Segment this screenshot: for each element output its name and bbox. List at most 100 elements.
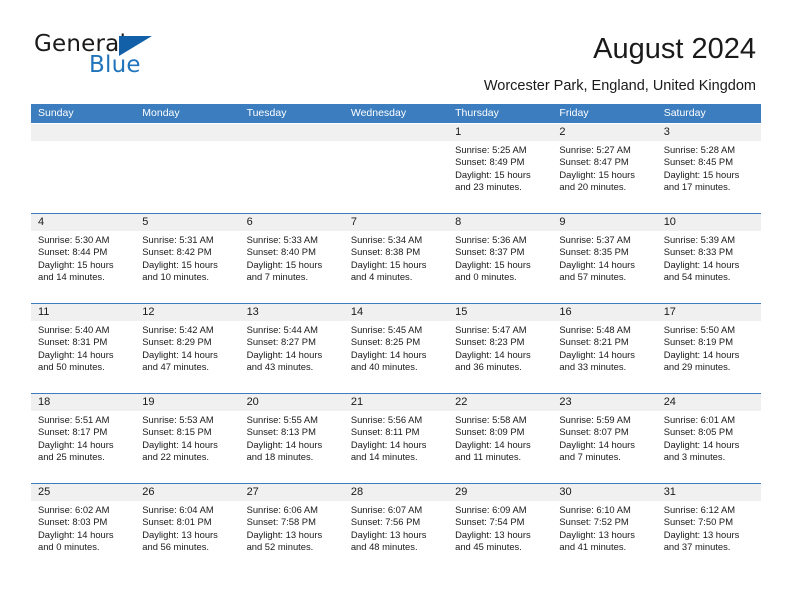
day-details <box>344 141 448 144</box>
calendar-day-cell[interactable]: 30 Sunrise: 6:10 AM Sunset: 7:52 PM Dayl… <box>552 484 657 573</box>
day-details: Sunrise: 5:45 AM Sunset: 8:25 PM Dayligh… <box>350 324 427 373</box>
calendar-day-cell[interactable]: 6 Sunrise: 5:33 AM Sunset: 8:40 PM Dayli… <box>239 214 344 303</box>
day-details: Sunrise: 5:44 AM Sunset: 8:27 PM Dayligh… <box>246 324 323 373</box>
page-title: August 2024 <box>593 33 756 65</box>
day-number: 27 <box>239 484 344 501</box>
day-details <box>31 141 135 144</box>
day-number: 4 <box>31 214 136 231</box>
day-details: Sunrise: 5:25 AM Sunset: 8:49 PM Dayligh… <box>455 144 531 193</box>
calendar-week-row: 18 Sunrise: 5:51 AM Sunset: 8:17 PM Dayl… <box>31 393 761 483</box>
calendar-day-cell[interactable]: 21 Sunrise: 5:56 AM Sunset: 8:11 PM Dayl… <box>343 394 449 483</box>
calendar-day-cell[interactable]: 19 Sunrise: 5:53 AM Sunset: 8:15 PM Dayl… <box>135 394 240 483</box>
day-number: 17 <box>656 304 761 321</box>
day-number: 26 <box>135 484 240 501</box>
page-header: General Blue August 2024 Worcester Park,… <box>0 0 792 100</box>
calendar-day-cell[interactable]: 1 Sunrise: 5:25 AM Sunset: 8:49 PM Dayli… <box>448 124 553 213</box>
day-number: 18 <box>31 394 136 411</box>
day-number: 7 <box>343 214 449 231</box>
day-details: Sunrise: 5:27 AM Sunset: 8:47 PM Dayligh… <box>559 144 635 193</box>
day-details <box>240 141 344 144</box>
weekday-header-tuesday: Tuesday <box>246 107 287 119</box>
calendar-day-cell <box>31 124 136 213</box>
day-number: 28 <box>343 484 449 501</box>
calendar-day-cell <box>239 124 344 213</box>
day-details: Sunrise: 5:31 AM Sunset: 8:42 PM Dayligh… <box>142 234 218 283</box>
calendar-day-cell[interactable]: 11 Sunrise: 5:40 AM Sunset: 8:31 PM Dayl… <box>31 304 136 393</box>
day-number: 5 <box>135 214 240 231</box>
day-details: Sunrise: 5:42 AM Sunset: 8:29 PM Dayligh… <box>142 324 218 373</box>
day-details: Sunrise: 5:51 AM Sunset: 8:17 PM Dayligh… <box>38 414 114 463</box>
day-number <box>343 124 449 141</box>
day-details: Sunrise: 6:01 AM Sunset: 8:05 PM Dayligh… <box>663 414 740 463</box>
day-number <box>135 124 240 141</box>
day-details: Sunrise: 6:09 AM Sunset: 7:54 PM Dayligh… <box>455 504 531 553</box>
calendar-day-cell[interactable]: 2 Sunrise: 5:27 AM Sunset: 8:47 PM Dayli… <box>552 124 657 213</box>
calendar-day-cell[interactable]: 3 Sunrise: 5:28 AM Sunset: 8:45 PM Dayli… <box>656 124 761 213</box>
day-number: 22 <box>448 394 553 411</box>
day-number <box>239 124 344 141</box>
day-number: 8 <box>448 214 553 231</box>
day-number: 12 <box>135 304 240 321</box>
general-blue-logo[interactable]: General Blue <box>34 33 234 81</box>
day-details: Sunrise: 5:34 AM Sunset: 8:38 PM Dayligh… <box>350 234 427 283</box>
day-number: 30 <box>552 484 657 501</box>
calendar-day-cell[interactable]: 18 Sunrise: 5:51 AM Sunset: 8:17 PM Dayl… <box>31 394 136 483</box>
day-number: 29 <box>448 484 553 501</box>
calendar-day-cell[interactable]: 22 Sunrise: 5:58 AM Sunset: 8:09 PM Dayl… <box>448 394 553 483</box>
calendar-day-cell[interactable]: 26 Sunrise: 6:04 AM Sunset: 8:01 PM Dayl… <box>135 484 240 573</box>
day-number: 10 <box>656 214 761 231</box>
calendar-day-cell[interactable]: 25 Sunrise: 6:02 AM Sunset: 8:03 PM Dayl… <box>31 484 136 573</box>
calendar-day-cell[interactable]: 8 Sunrise: 5:36 AM Sunset: 8:37 PM Dayli… <box>448 214 553 303</box>
day-number: 15 <box>448 304 553 321</box>
day-number: 16 <box>552 304 657 321</box>
day-details: Sunrise: 5:50 AM Sunset: 8:19 PM Dayligh… <box>663 324 740 373</box>
logo-text-blue: Blue <box>89 52 141 78</box>
calendar-day-cell[interactable]: 7 Sunrise: 5:34 AM Sunset: 8:38 PM Dayli… <box>343 214 449 303</box>
calendar-day-cell[interactable]: 14 Sunrise: 5:45 AM Sunset: 8:25 PM Dayl… <box>343 304 449 393</box>
day-details: Sunrise: 5:39 AM Sunset: 8:33 PM Dayligh… <box>663 234 740 283</box>
calendar-day-cell[interactable]: 20 Sunrise: 5:55 AM Sunset: 8:13 PM Dayl… <box>239 394 344 483</box>
day-details: Sunrise: 6:12 AM Sunset: 7:50 PM Dayligh… <box>663 504 740 553</box>
day-number: 13 <box>239 304 344 321</box>
day-details: Sunrise: 5:48 AM Sunset: 8:21 PM Dayligh… <box>559 324 635 373</box>
day-details: Sunrise: 6:06 AM Sunset: 7:58 PM Dayligh… <box>246 504 323 553</box>
calendar-week-row: 25 Sunrise: 6:02 AM Sunset: 8:03 PM Dayl… <box>31 483 761 573</box>
calendar-day-cell[interactable]: 24 Sunrise: 6:01 AM Sunset: 8:05 PM Dayl… <box>656 394 761 483</box>
day-details: Sunrise: 5:47 AM Sunset: 8:23 PM Dayligh… <box>455 324 531 373</box>
calendar-day-cell <box>135 124 240 213</box>
day-details: Sunrise: 5:37 AM Sunset: 8:35 PM Dayligh… <box>559 234 635 283</box>
day-number: 23 <box>552 394 657 411</box>
calendar-day-cell[interactable]: 17 Sunrise: 5:50 AM Sunset: 8:19 PM Dayl… <box>656 304 761 393</box>
day-details: Sunrise: 5:56 AM Sunset: 8:11 PM Dayligh… <box>350 414 427 463</box>
day-number: 21 <box>343 394 449 411</box>
calendar-day-cell[interactable]: 29 Sunrise: 6:09 AM Sunset: 7:54 PM Dayl… <box>448 484 553 573</box>
day-details: Sunrise: 5:33 AM Sunset: 8:40 PM Dayligh… <box>246 234 323 283</box>
day-details: Sunrise: 5:30 AM Sunset: 8:44 PM Dayligh… <box>38 234 114 283</box>
calendar-day-cell[interactable]: 31 Sunrise: 6:12 AM Sunset: 7:50 PM Dayl… <box>656 484 761 573</box>
calendar-day-cell[interactable]: 16 Sunrise: 5:48 AM Sunset: 8:21 PM Dayl… <box>552 304 657 393</box>
weekday-header-friday: Friday <box>559 107 589 119</box>
calendar-day-cell[interactable]: 5 Sunrise: 5:31 AM Sunset: 8:42 PM Dayli… <box>135 214 240 303</box>
day-number: 11 <box>31 304 136 321</box>
day-details: Sunrise: 5:58 AM Sunset: 8:09 PM Dayligh… <box>455 414 531 463</box>
calendar-day-cell[interactable]: 9 Sunrise: 5:37 AM Sunset: 8:35 PM Dayli… <box>552 214 657 303</box>
day-number <box>31 124 136 141</box>
calendar-day-cell[interactable]: 23 Sunrise: 5:59 AM Sunset: 8:07 PM Dayl… <box>552 394 657 483</box>
day-details: Sunrise: 5:36 AM Sunset: 8:37 PM Dayligh… <box>455 234 531 283</box>
day-number: 24 <box>656 394 761 411</box>
calendar-day-cell[interactable]: 15 Sunrise: 5:47 AM Sunset: 8:23 PM Dayl… <box>448 304 553 393</box>
calendar-day-cell[interactable]: 28 Sunrise: 6:07 AM Sunset: 7:56 PM Dayl… <box>343 484 449 573</box>
weekday-header-wednesday: Wednesday <box>350 107 407 119</box>
calendar-day-cell[interactable]: 27 Sunrise: 6:06 AM Sunset: 7:58 PM Dayl… <box>239 484 344 573</box>
calendar-page: General Blue August 2024 Worcester Park,… <box>0 0 792 612</box>
weekday-header-sunday: Sunday <box>38 107 74 119</box>
calendar-week-row: 4 Sunrise: 5:30 AM Sunset: 8:44 PM Dayli… <box>31 213 761 303</box>
calendar-day-cell[interactable]: 4 Sunrise: 5:30 AM Sunset: 8:44 PM Dayli… <box>31 214 136 303</box>
calendar-day-cell[interactable]: 10 Sunrise: 5:39 AM Sunset: 8:33 PM Dayl… <box>656 214 761 303</box>
calendar-week-row: 11 Sunrise: 5:40 AM Sunset: 8:31 PM Dayl… <box>31 303 761 393</box>
day-details: Sunrise: 5:28 AM Sunset: 8:45 PM Dayligh… <box>663 144 740 193</box>
calendar-day-cell[interactable]: 12 Sunrise: 5:42 AM Sunset: 8:29 PM Dayl… <box>135 304 240 393</box>
weekday-header-thursday: Thursday <box>455 107 499 119</box>
day-number: 1 <box>448 124 553 141</box>
calendar-day-cell[interactable]: 13 Sunrise: 5:44 AM Sunset: 8:27 PM Dayl… <box>239 304 344 393</box>
